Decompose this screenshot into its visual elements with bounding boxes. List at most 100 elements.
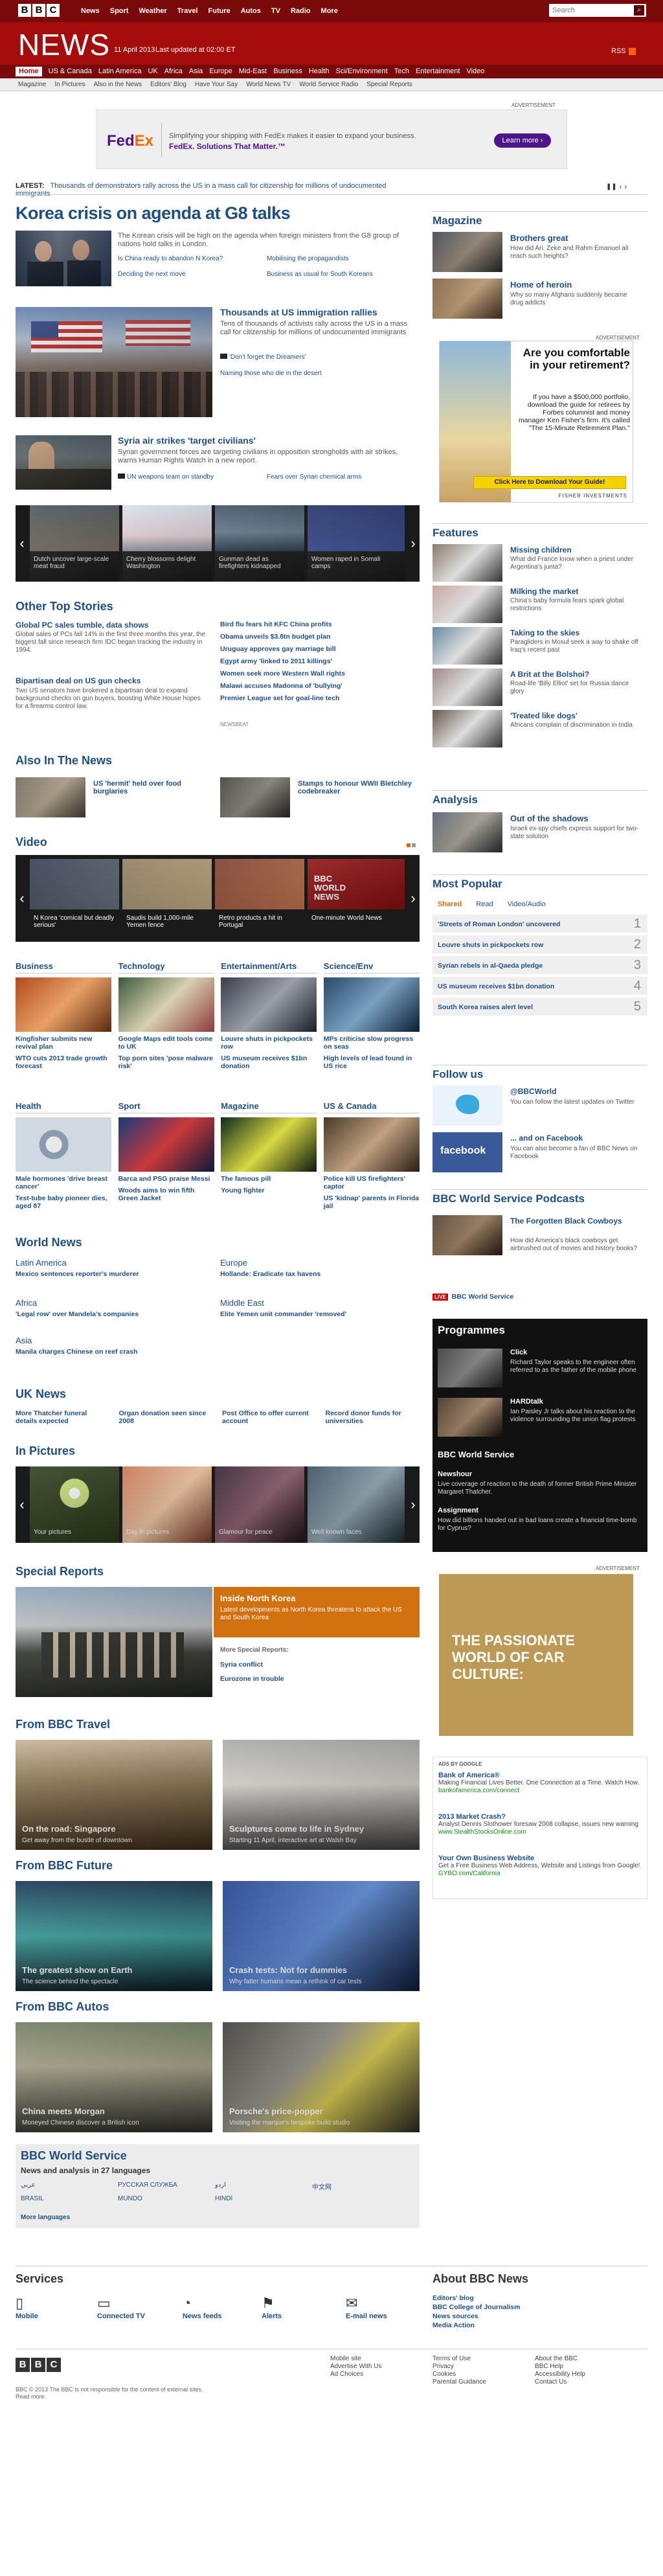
other-top-s2-head[interactable]: Bipartisan deal on US gun checks — [16, 676, 140, 685]
story3-headline[interactable]: Syria air strikes 'target civilians' — [118, 435, 256, 446]
footer-link[interactable]: Cookies — [433, 2371, 486, 2378]
next-icon[interactable]: › — [624, 183, 627, 191]
ws-language-link[interactable]: عربي — [21, 2182, 118, 2191]
footer-link[interactable]: About the BBC — [535, 2355, 585, 2362]
nav-mid-east[interactable]: Mid-East — [239, 67, 267, 76]
footer-link[interactable]: Terms of Use — [433, 2355, 486, 2362]
feature-item[interactable]: Milking the market China's baby formula … — [433, 586, 647, 624]
service-item[interactable]: ▭ Connected TV — [97, 2294, 162, 2331]
nav-news[interactable]: News — [81, 7, 100, 15]
section-title[interactable]: Science/Env — [323, 961, 420, 974]
live-world-service[interactable]: LIVE BBC World Service — [433, 1293, 513, 1301]
nav-autos[interactable]: Autos — [241, 7, 261, 15]
feature-head[interactable]: Milking the market — [510, 587, 578, 596]
feature-item[interactable]: Missing children What did France know wh… — [433, 544, 647, 583]
other-top-link[interactable]: Malawi accuses Madonna of 'bullying' — [220, 682, 414, 690]
about-link[interactable]: Editors' blog — [433, 2294, 520, 2302]
section-headline[interactable]: Police kill US firefighters' captor — [324, 1175, 420, 1191]
nav-more[interactable]: More — [321, 7, 338, 15]
carousel-item[interactable]: Gunman dead as firefighters kidnapped — [215, 505, 304, 582]
section-title[interactable]: Magazine — [221, 1101, 317, 1113]
footer-link[interactable]: Privacy — [433, 2363, 486, 2370]
nav-business[interactable]: Business — [273, 67, 302, 76]
autos-item[interactable]: China meets Morgan Moneyed Chinese disco… — [16, 2022, 212, 2132]
popular-link[interactable]: 'Streets of Roman London' uncovered — [438, 920, 560, 928]
more-languages-link[interactable]: More languages — [21, 2214, 70, 2221]
podcast-image[interactable] — [433, 1215, 502, 1255]
programme-image[interactable] — [438, 1398, 502, 1437]
nav-tv[interactable]: TV — [271, 7, 280, 15]
service-label[interactable]: Mobile — [16, 2312, 80, 2320]
feature-item[interactable]: A Brit at the Bolshoi? Road-life 'Billy … — [433, 668, 647, 707]
pictures-item[interactable]: Well known faces — [308, 1466, 405, 1543]
section-subhead[interactable]: High levels of lead found in US rice — [324, 1054, 420, 1070]
programme-image[interactable] — [438, 1349, 502, 1387]
nav-entertainment[interactable]: Entertainment — [416, 67, 460, 76]
service-label[interactable]: Connected TV — [97, 2312, 162, 2320]
top-story-link[interactable]: Is China ready to abandon N Korea? — [118, 255, 267, 263]
section-subhead[interactable]: Young fighter — [221, 1187, 317, 1194]
tab-read[interactable]: Read — [476, 900, 493, 908]
other-top-link[interactable]: Women seek more Western Wall rights — [220, 670, 414, 678]
feature-head[interactable]: 'Treated like dogs' — [510, 711, 578, 720]
nav-latin-america[interactable]: Latin America — [98, 67, 142, 76]
region-name[interactable]: Europe — [220, 1258, 414, 1268]
other-top-link[interactable]: Bird flu fears hit KFC China profits — [220, 621, 414, 628]
subnav-world-service-radio[interactable]: World Service Radio — [299, 81, 358, 88]
prev-icon[interactable]: ‹ — [620, 183, 622, 191]
section-headline[interactable]: Google Maps edit tools come to UK — [118, 1035, 214, 1051]
section-image[interactable] — [16, 1117, 111, 1172]
pictures-next-button[interactable]: › — [407, 1466, 420, 1543]
special-head[interactable]: Inside North Korea — [220, 1593, 295, 1603]
section-subhead[interactable]: US 'kidnap' parents in Florida jail — [324, 1194, 420, 1210]
subnav-editors-blog[interactable]: Editors' Blog — [150, 81, 186, 88]
service-item[interactable]: ⚑ Alerts — [262, 2294, 326, 2331]
also-image-1[interactable] — [16, 777, 85, 817]
nav-uk[interactable]: UK — [148, 67, 157, 76]
ws-language-link[interactable]: 中文网 — [312, 2182, 409, 2191]
video-next-button[interactable]: › — [407, 855, 420, 942]
footer-link[interactable]: Ad Choices — [330, 2371, 381, 2378]
facebook-badge[interactable]: facebook — [433, 1132, 502, 1172]
section-image[interactable] — [16, 977, 111, 1032]
footer-link[interactable]: Advertise With Us — [330, 2363, 381, 2370]
nav-video[interactable]: Video — [466, 67, 484, 76]
footer-link[interactable]: Accessibility Help — [535, 2371, 585, 2378]
uk-link[interactable]: More Thatcher funeral details expected — [16, 1409, 110, 1425]
popular-item[interactable]: US museum receives $1bn donation 4 — [433, 977, 647, 996]
service-item[interactable]: ✉ E-mail news — [346, 2294, 410, 2331]
top-story-link[interactable]: Business as usual for South Koreans — [267, 271, 416, 279]
carousel-item[interactable]: Women raped in Somali camps — [308, 505, 405, 582]
video-item[interactable] — [122, 859, 212, 909]
ws-box-title[interactable]: BBC World Service — [21, 2149, 127, 2163]
service-label[interactable]: News feeds — [183, 2312, 247, 2320]
section-subhead[interactable]: US museum receives $1bn donation — [221, 1054, 317, 1070]
nav-future[interactable]: Future — [208, 7, 230, 15]
section-title[interactable]: Sport — [118, 1101, 214, 1113]
section-title[interactable]: Business — [16, 961, 111, 974]
section-headline[interactable]: Male hormones 'drive breast cancer' — [16, 1175, 111, 1191]
region-name[interactable]: Latin America — [16, 1258, 210, 1268]
nav-radio[interactable]: Radio — [291, 7, 311, 15]
section-subhead[interactable]: Test-tube baby pioneer dies, aged 87 — [16, 1194, 111, 1210]
popular-item[interactable]: Syrian rebels in al-Qaeda pledge 3 — [433, 956, 647, 975]
region-name[interactable]: Middle East — [220, 1298, 414, 1308]
magazine-image[interactable] — [433, 279, 502, 319]
section-title[interactable]: Health — [16, 1101, 111, 1113]
programme-head[interactable]: Assignment — [438, 1507, 478, 1514]
carousel-item[interactable]: Dutch uncover large-scale meat fraud — [30, 505, 119, 582]
popular-item[interactable]: 'Streets of Roman London' uncovered 1 — [433, 915, 647, 934]
video-item[interactable] — [30, 859, 119, 909]
subnav-in-pictures[interactable]: In Pictures — [54, 81, 85, 88]
immigration-rally-image[interactable] — [16, 307, 212, 417]
bbc-logo[interactable]: B B C — [18, 4, 60, 17]
carousel-next-button[interactable]: › — [407, 505, 420, 582]
feature-item[interactable]: 'Treated like dogs' Africans complain of… — [433, 710, 647, 749]
feature-head[interactable]: Taking to the skies — [510, 628, 579, 637]
uk-link[interactable]: Post Office to offer current account — [222, 1409, 317, 1425]
tab-shared[interactable]: Shared — [438, 900, 462, 908]
analysis-head[interactable]: Out of the shadows — [510, 814, 589, 823]
story2-link[interactable]: Naming those who die in the desert — [220, 370, 414, 378]
story3-link[interactable]: UN weapons team on standby — [118, 473, 267, 481]
footer-link[interactable]: Mobile site — [330, 2355, 381, 2362]
